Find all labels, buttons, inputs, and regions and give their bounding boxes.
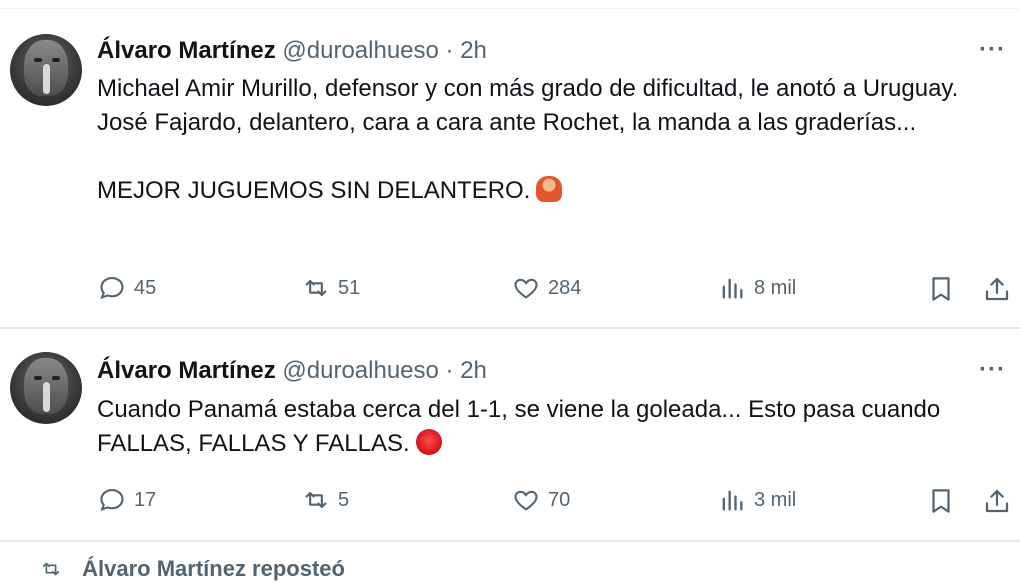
bookmark-icon	[932, 489, 950, 513]
like-count: 284	[548, 276, 582, 299]
tweet-header: Álvaro Martínez @duroalhueso · 2h	[97, 36, 487, 66]
separator-dot: ·	[445, 357, 454, 384]
repost-count: 5	[338, 488, 350, 511]
avatar[interactable]	[10, 34, 82, 106]
timestamp[interactable]: 2h	[460, 357, 487, 384]
views-count: 3 mil	[754, 488, 797, 511]
views-button[interactable]: 8 mil	[718, 274, 796, 302]
more-options-icon[interactable]: ···	[979, 36, 1006, 64]
repost-context[interactable]: Álvaro Martínez reposteó	[40, 556, 345, 582]
avatar[interactable]	[10, 352, 82, 424]
timestamp[interactable]: 2h	[460, 37, 487, 64]
like-button[interactable]: 70	[512, 486, 570, 514]
more-options-icon[interactable]: ···	[979, 356, 1006, 384]
heart-icon	[514, 278, 538, 299]
person-emoji-icon	[536, 176, 563, 202]
tweet-paragraph-2: MEJOR JUGUEMOS SIN DELANTERO.	[97, 174, 997, 208]
tweet-divider	[0, 327, 1020, 329]
author-name[interactable]: Álvaro Martínez	[97, 357, 276, 384]
tweet-paragraph: Cuando Panamá estaba cerca del 1-1, se v…	[97, 396, 941, 457]
tweet-divider	[0, 540, 1020, 542]
reply-count: 17	[134, 488, 157, 511]
reply-icon	[100, 489, 124, 512]
reply-button[interactable]: 17	[98, 486, 156, 514]
heart-icon	[514, 490, 538, 511]
share-button[interactable]	[982, 274, 1012, 309]
share-icon	[985, 489, 1009, 513]
reply-icon	[100, 277, 124, 300]
like-button[interactable]: 284	[512, 274, 581, 302]
repost-button[interactable]: 51	[302, 274, 360, 302]
tweet-actions: 45 51 284 8 mil	[0, 274, 1020, 308]
repost-count: 51	[338, 276, 361, 299]
repost-icon	[305, 491, 327, 509]
repost-icon	[42, 562, 60, 576]
bookmark-button[interactable]	[926, 274, 956, 309]
tweet-text: Cuando Panamá estaba cerca del 1-1, se v…	[97, 393, 997, 461]
views-button[interactable]: 3 mil	[718, 486, 796, 514]
angry-face-emoji-icon	[415, 429, 442, 455]
top-divider	[0, 8, 1020, 9]
share-icon	[985, 277, 1009, 301]
author-handle[interactable]: @duroalhueso	[282, 357, 438, 384]
reply-count: 45	[134, 276, 157, 299]
tweet-header: Álvaro Martínez @duroalhueso · 2h	[97, 356, 487, 386]
tweet-paragraph: Michael Amir Murillo, defensor y con más…	[97, 75, 959, 136]
tweet-text: Michael Amir Murillo, defensor y con más…	[97, 72, 997, 208]
repost-icon	[305, 279, 327, 297]
repost-button[interactable]: 5	[302, 486, 349, 514]
tweet-actions: 17 5 70 3 mil	[0, 486, 1020, 520]
views-count: 8 mil	[754, 276, 797, 299]
bookmark-button[interactable]	[926, 486, 956, 521]
author-name[interactable]: Álvaro Martínez	[97, 37, 276, 64]
views-chart-icon	[722, 278, 743, 299]
separator-dot: ·	[445, 37, 454, 64]
views-chart-icon	[722, 490, 743, 511]
bookmark-icon	[932, 277, 950, 301]
like-count: 70	[548, 488, 571, 511]
share-button[interactable]	[982, 486, 1012, 521]
author-handle[interactable]: @duroalhueso	[282, 37, 438, 64]
reply-button[interactable]: 45	[98, 274, 156, 302]
